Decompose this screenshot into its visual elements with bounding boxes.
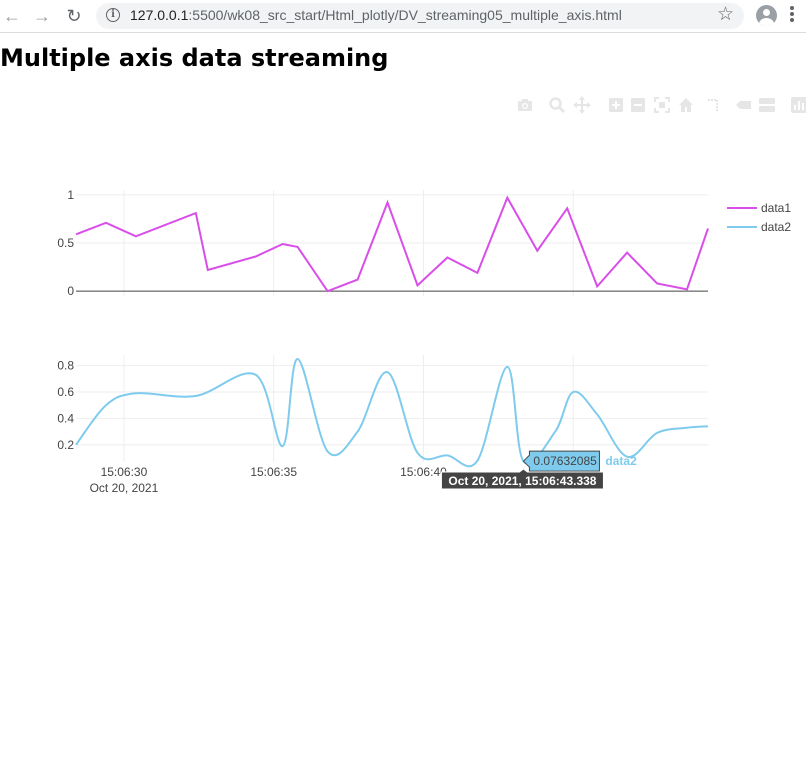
hover-value: 0.07632085 [533,454,597,468]
zoom-out-icon[interactable] [629,96,647,114]
reset-axes-icon[interactable] [677,96,695,114]
camera-icon[interactable] [516,96,534,114]
compare-hover-icon[interactable] [758,96,776,114]
autoscale-icon[interactable] [653,96,671,114]
y-tick-label: 0.2 [57,438,74,452]
y-tick-label: 0 [67,284,74,298]
pan-icon[interactable] [573,96,591,114]
y-tick-label: 1 [67,188,74,202]
hover-tooltip: 0.07632085 data2 Oct 20, 2021, 15:06:43.33… [440,450,637,490]
legend[interactable]: data1 data2 [727,201,791,234]
x-tick-label: 15:06:30 [101,465,148,479]
spike-lines-icon[interactable] [705,96,723,114]
y-tick-label: 0.4 [57,411,74,425]
x-tick-label: 15:06:35 [250,465,297,479]
y-axis2-ticks: 0.2 0.4 0.6 0.8 [57,359,74,452]
y-tick-label: 0.5 [57,236,74,250]
x-tick-date-label: Oct 20, 2021 [90,481,159,495]
data2-series-line[interactable] [75,357,709,468]
y-tick-label: 0.6 [57,385,74,399]
y-tick-label: 0.8 [57,359,74,373]
zoom-in-icon[interactable] [607,96,625,114]
data1-series-line[interactable] [75,195,709,293]
hover-x-label: Oct 20, 2021, 15:06:43.338 [448,474,596,488]
zoom-icon[interactable] [548,96,566,114]
legend-label-data1: data1 [761,201,791,215]
x-tick-label: 15:06:40 [400,465,447,479]
subplot2-grid [76,355,708,462]
hover-series-name: data2 [605,454,637,468]
legend-label-data2: data2 [761,220,791,234]
plotly-chart[interactable]: 15:06:30Oct 20, 202115:06:3515:06:4015:0… [0,0,806,779]
subplot1-grid [76,190,708,296]
closest-hover-icon[interactable] [735,96,753,114]
y-axis1-ticks: 00.51 [57,188,74,298]
plotly-logo-icon[interactable] [790,96,806,114]
